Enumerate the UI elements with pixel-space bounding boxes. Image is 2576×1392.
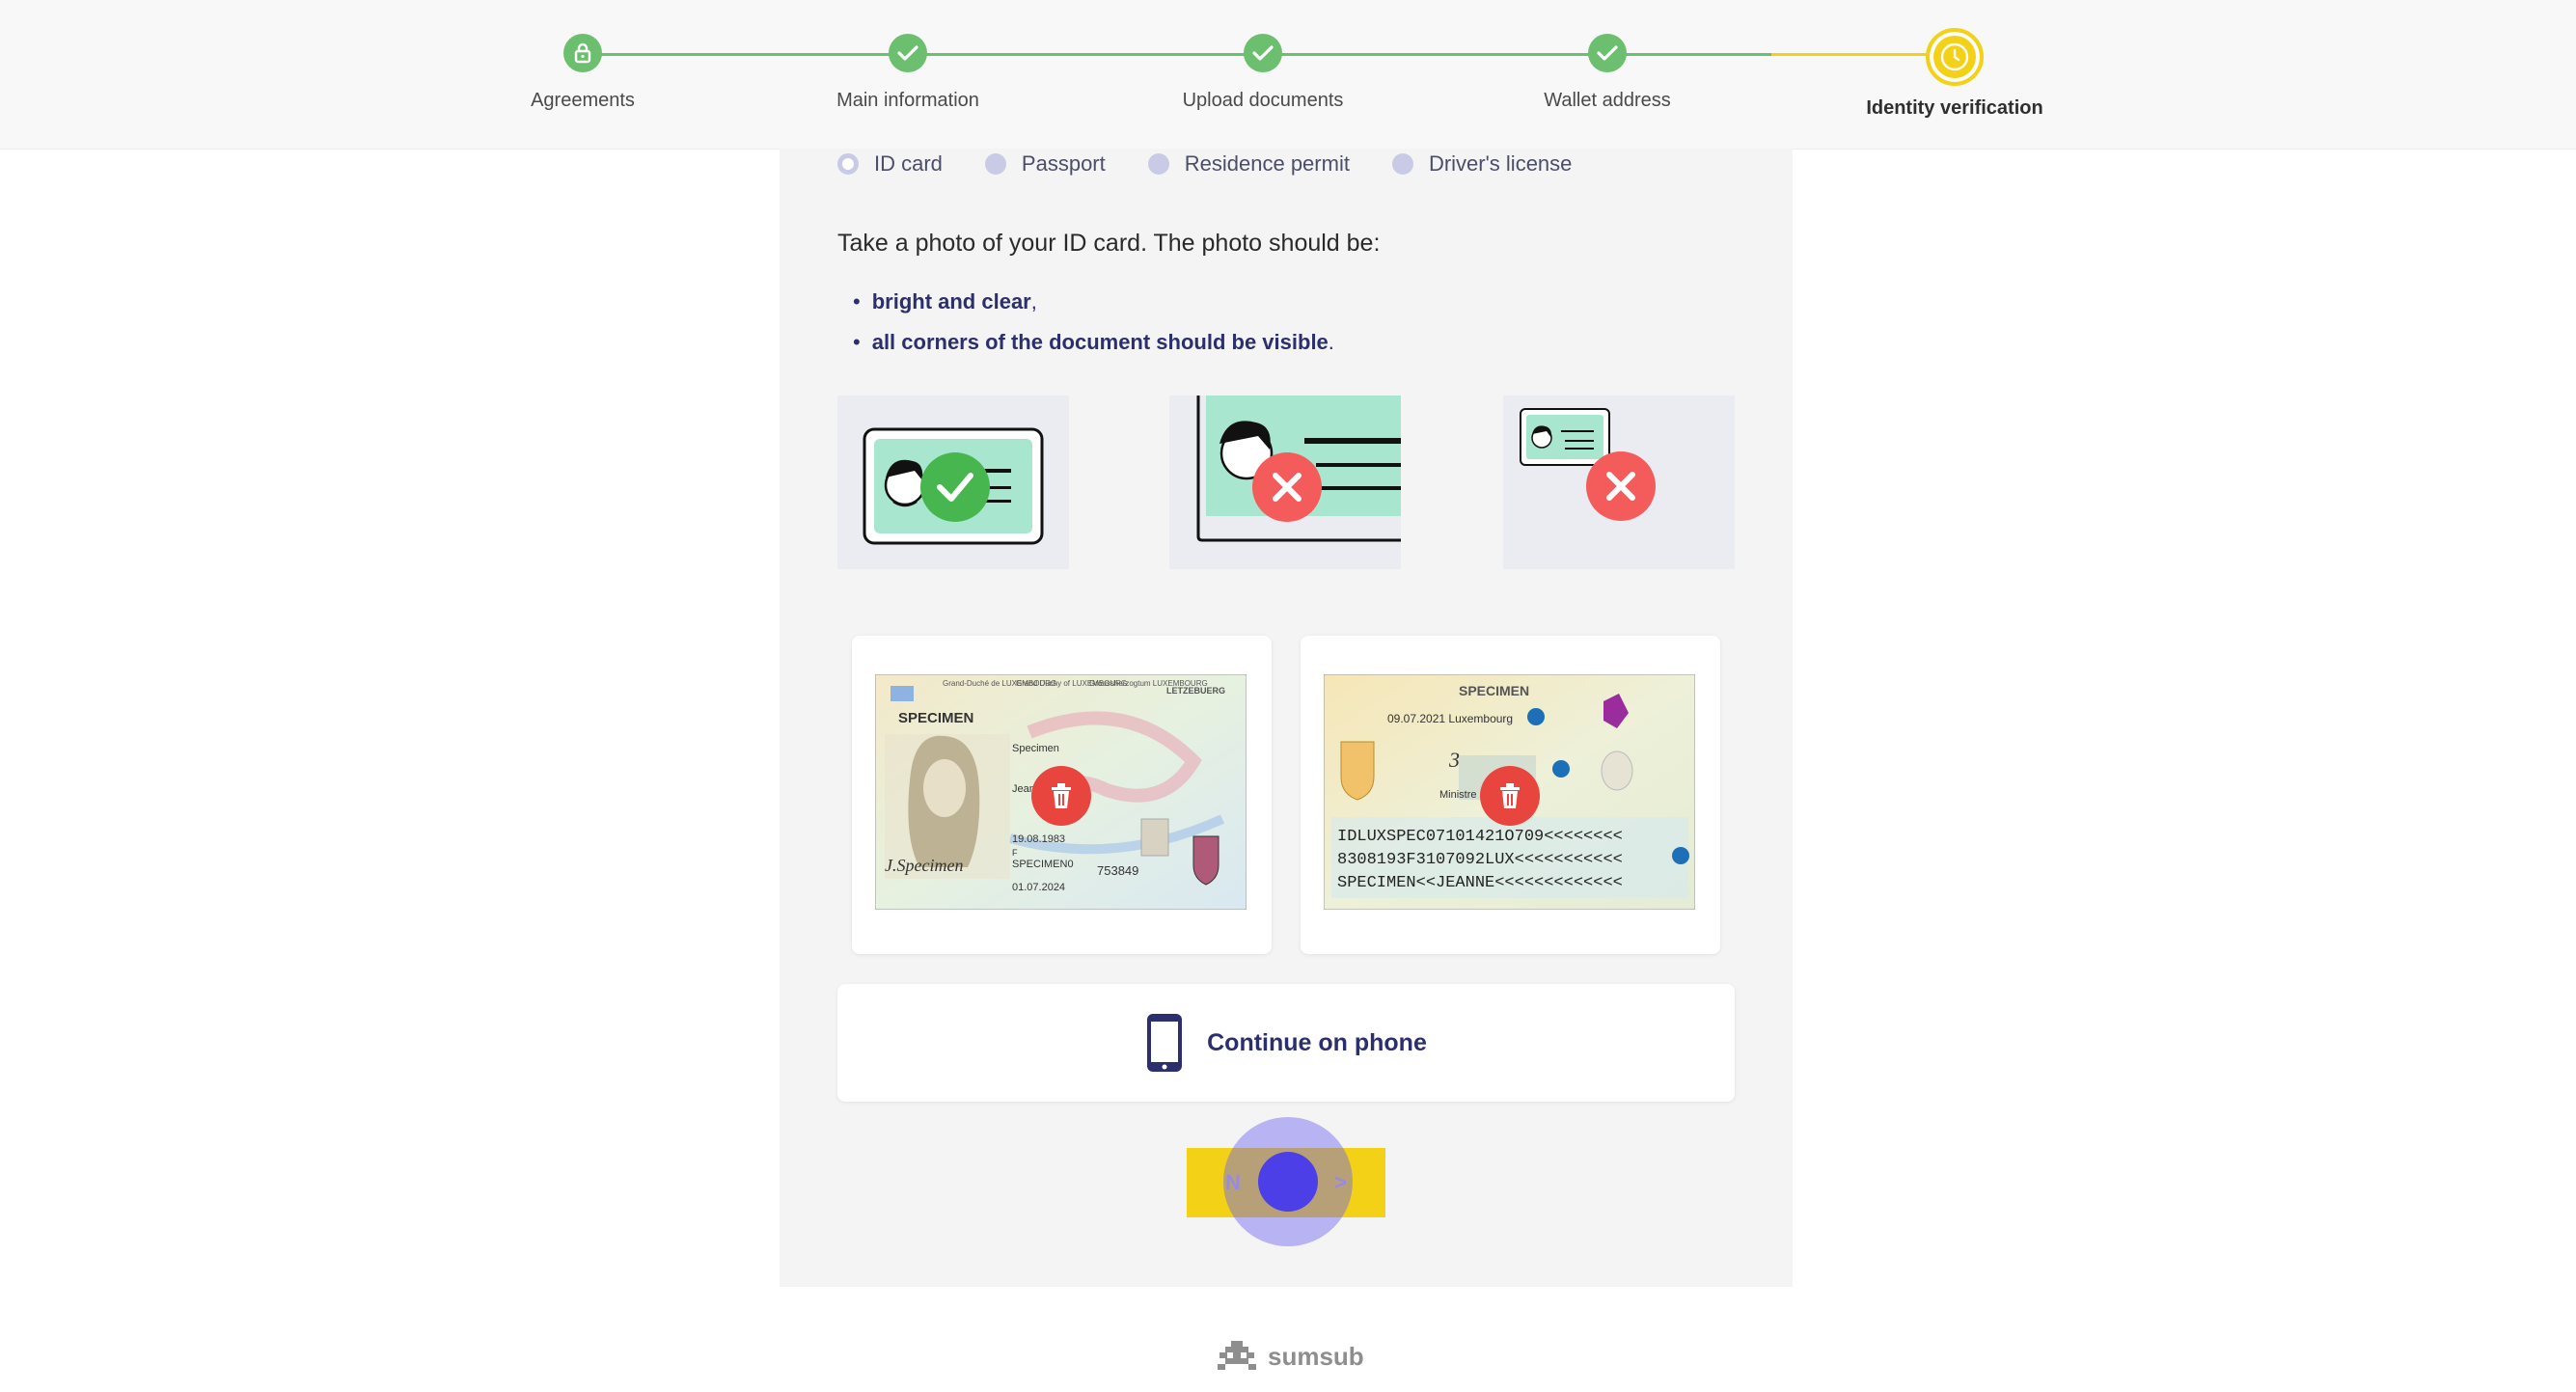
svg-text:Specimen: Specimen xyxy=(1012,743,1059,754)
cursor-dot xyxy=(1258,1152,1318,1212)
check-icon xyxy=(1244,34,1282,72)
example-correct-photo xyxy=(837,396,1069,569)
check-icon xyxy=(920,452,990,522)
uploaded-front-side[interactable]: Grand-Duché de LUXEMBOURG Grand Duchy of… xyxy=(852,636,1272,954)
continue-on-phone-label: Continue on phone xyxy=(1207,1028,1427,1056)
sumsub-brand-text: sumsub xyxy=(1268,1341,1364,1371)
instruction-punct: , xyxy=(1030,289,1037,314)
svg-text:SPECIMEN<<JEANNE<<<<<<<<<<<<<: SPECIMEN<<JEANNE<<<<<<<<<<<<< xyxy=(1337,874,1623,892)
svg-text:J.Specimen: J.Specimen xyxy=(885,856,963,875)
step-label: Agreements xyxy=(531,90,635,111)
sumsub-logo-icon xyxy=(1218,1341,1256,1370)
instructions-list: bright and clear, all corners of the doc… xyxy=(853,282,1334,363)
radio-dot[interactable] xyxy=(984,153,1006,175)
step-identity-verification[interactable]: Identity verification xyxy=(1810,28,2099,120)
radio-label: Driver's license xyxy=(1428,151,1573,176)
instructions-intro: Take a photo of your ID card. The photo … xyxy=(837,230,1381,257)
delete-front-button[interactable] xyxy=(1031,766,1091,826)
continue-on-phone-button[interactable]: Continue on phone xyxy=(837,984,1735,1102)
radio-dot[interactable] xyxy=(1147,153,1169,175)
delete-back-button[interactable] xyxy=(1480,766,1540,826)
check-icon xyxy=(1588,34,1627,72)
trash-icon xyxy=(1500,783,1520,808)
svg-text:LETZEBUERG: LETZEBUERG xyxy=(1166,686,1225,696)
step-label: Wallet address xyxy=(1544,90,1671,111)
uploaded-back-side[interactable]: SPECIMEN 09.07.2021 Luxembourg 3 Ministr… xyxy=(1301,636,1720,954)
phone-icon xyxy=(1147,1014,1183,1072)
progress-stepper: Agreements Main information Upload docum… xyxy=(0,0,2576,150)
sumsub-logo: sumsub xyxy=(1214,1339,1364,1374)
radio-dot[interactable] xyxy=(1391,153,1413,175)
instruction-item: all corners of the document should be vi… xyxy=(853,322,1334,363)
step-label: Upload documents xyxy=(1182,90,1344,111)
radio-label: ID card xyxy=(874,151,943,176)
example-distant-photo xyxy=(1503,396,1735,569)
instruction-punct: . xyxy=(1328,330,1334,354)
svg-text:SPECIMEN0: SPECIMEN0 xyxy=(1012,859,1074,870)
step-wallet-address[interactable]: Wallet address xyxy=(1463,34,1752,112)
radio-residence-permit[interactable]: Residence permit xyxy=(1147,151,1350,177)
instruction-bold: all corners of the document should be vi… xyxy=(871,330,1329,354)
step-agreements[interactable]: Agreements xyxy=(438,34,727,112)
radio-id-card[interactable]: ID card xyxy=(837,151,943,177)
svg-text:F: F xyxy=(1012,848,1018,858)
svg-text:SPECIMEN: SPECIMEN xyxy=(898,710,973,726)
example-cropped-photo xyxy=(1169,396,1401,569)
step-main-information[interactable]: Main information xyxy=(763,34,1053,112)
svg-text:IDLUXSPEC07101421O709<<<<<<<<: IDLUXSPEC07101421O709<<<<<<<< xyxy=(1337,828,1623,846)
radio-dot-selected[interactable] xyxy=(837,153,859,175)
svg-text:Ministre: Ministre xyxy=(1439,789,1477,801)
instruction-item: bright and clear, xyxy=(853,282,1334,322)
step-upload-documents[interactable]: Upload documents xyxy=(1118,34,1408,112)
instruction-bold: bright and clear xyxy=(871,289,1031,314)
step-label: Identity verification xyxy=(1866,97,2043,119)
svg-text:01.07.2024: 01.07.2024 xyxy=(1012,882,1065,893)
svg-text:19.08.1983: 19.08.1983 xyxy=(1012,833,1065,845)
svg-text:3: 3 xyxy=(1448,748,1460,772)
svg-text:SPECIMEN: SPECIMEN xyxy=(1459,683,1529,698)
clock-icon xyxy=(1926,28,1984,86)
radio-label: Residence permit xyxy=(1184,151,1350,176)
lock-icon xyxy=(563,34,602,72)
trash-icon xyxy=(1052,783,1071,808)
svg-text:09.07.2021 Luxembourg: 09.07.2021 Luxembourg xyxy=(1387,712,1513,725)
document-type-selector: ID card Passport Residence permit Driver… xyxy=(837,149,1614,179)
radio-passport[interactable]: Passport xyxy=(984,151,1106,177)
radio-drivers-license[interactable]: Driver's license xyxy=(1391,151,1573,177)
svg-text:753849: 753849 xyxy=(1097,863,1138,878)
document-upload-panel: ID card Passport Residence permit Driver… xyxy=(780,149,1793,1287)
radio-label: Passport xyxy=(1021,151,1106,176)
step-label: Main information xyxy=(836,90,979,111)
check-icon xyxy=(889,34,927,72)
svg-text:8308193F3107092LUX<<<<<<<<<<<: 8308193F3107092LUX<<<<<<<<<<< xyxy=(1337,851,1623,869)
